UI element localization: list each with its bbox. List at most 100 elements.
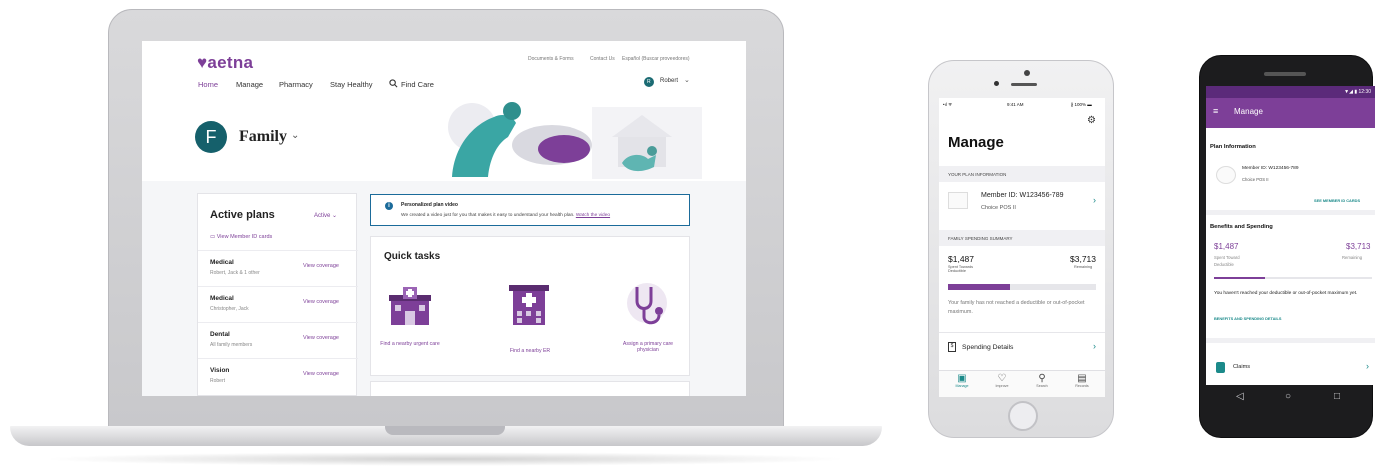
member-id[interactable]: Member ID: W123456-789 — [1242, 166, 1299, 171]
deductible-progress-bar — [948, 284, 1096, 290]
aetna-logo[interactable]: ♥aetna — [197, 53, 253, 73]
plans-filter-label: Active — [314, 213, 331, 219]
view-id-cards-link[interactable]: ▭ View Member ID cards — [210, 234, 272, 240]
back-icon[interactable]: ◁ — [1236, 391, 1244, 402]
remaining-label: Remaining — [1342, 255, 1363, 260]
tab-label: Records — [1075, 384, 1089, 388]
util-link-contact[interactable]: Contact Us — [590, 56, 615, 62]
quick-tasks-card: Quick tasks Find a nearby urgent care Fi… — [370, 236, 690, 376]
tab-label: Search — [1036, 384, 1048, 388]
iphone-home-button[interactable] — [1008, 401, 1038, 431]
battery-icon: ∦ 100% ▬ — [1071, 102, 1092, 107]
watch-video-link[interactable]: Watch the video — [576, 213, 610, 218]
claims-row[interactable]: Claims — [1233, 364, 1250, 370]
stethoscope-icon[interactable] — [625, 281, 669, 329]
util-link-documents[interactable]: Documents & Forms — [528, 56, 574, 62]
view-coverage-link[interactable]: View coverage — [303, 299, 339, 305]
hero-banner — [142, 101, 746, 179]
plan-row: Medical Christopher, Jack View coverage — [198, 286, 358, 322]
menu-icon[interactable]: ≡ — [1213, 106, 1218, 116]
nav-home[interactable]: Home — [198, 80, 218, 89]
quick-tasks-title: Quick tasks — [384, 251, 441, 262]
laptop-shadow — [40, 452, 850, 466]
spending-details-link[interactable]: BENEFITS AND SPENDING DETAILS — [1214, 316, 1281, 321]
recents-icon[interactable]: □ — [1334, 391, 1340, 402]
task-nearby-er[interactable]: Find a nearby ER — [495, 348, 565, 354]
deductible-progress-bar — [1214, 277, 1372, 279]
plan-name: Medical — [210, 259, 234, 266]
util-link-espanol[interactable]: Español (Buscar proveedores) — [622, 56, 690, 62]
video-title: Personalized plan video — [401, 202, 458, 208]
laptop-hinge-notch — [385, 426, 505, 435]
tab-records[interactable]: ▤ Records — [1067, 373, 1097, 388]
divider — [1206, 210, 1375, 215]
signal-icon: •ıl ᯤ — [943, 102, 953, 107]
user-name[interactable]: Robert — [660, 78, 678, 84]
iphone-speaker — [1011, 83, 1037, 86]
remaining-label: Remaining — [1074, 265, 1093, 269]
plan-row: Vision Robert View coverage — [198, 358, 358, 394]
tab-label: Manage — [955, 384, 969, 388]
plan-row: Dental All family members View coverage — [198, 322, 358, 358]
remaining-amount: $3,713 — [1346, 242, 1371, 251]
tab-search[interactable]: ⚲ Search — [1027, 373, 1057, 388]
family-avatar[interactable]: F — [195, 121, 227, 153]
tab-improve[interactable]: ♡ Improve — [987, 373, 1017, 388]
iphone-camera — [1024, 70, 1030, 76]
app-bar — [1206, 98, 1375, 128]
id-card-thumbnail — [948, 192, 968, 209]
nav-find-care[interactable]: Find Care — [401, 80, 434, 89]
plans-filter-dropdown[interactable]: Active ⌄ — [314, 212, 337, 219]
heart-icon: ♡ — [997, 373, 1007, 384]
records-icon: ▤ — [1077, 373, 1087, 384]
task-assign-pcp[interactable]: Assign a primary care physician — [613, 341, 683, 353]
nav-manage[interactable]: Manage — [236, 80, 263, 89]
deductible-note: Your family has not reached a deductible… — [948, 300, 1085, 315]
device-mockup-stage: ♥aetna Documents & Forms Contact Us Espa… — [0, 0, 1375, 476]
deductible-progress-fill — [948, 284, 1011, 290]
nav-stay-healthy[interactable]: Stay Healthy — [330, 80, 373, 89]
search-icon[interactable] — [389, 79, 398, 88]
er-hospital-icon[interactable] — [509, 281, 549, 327]
member-id[interactable]: Member ID: W123456-789 — [981, 192, 1063, 199]
iphone-sensor — [994, 81, 999, 86]
search-icon: ⚲ — [1038, 373, 1046, 384]
video-text: We created a video just for you that mak… — [401, 213, 610, 218]
plan-members: Robert, Jack & 1 other — [210, 270, 260, 276]
view-id-cards-label: View Member ID cards — [216, 234, 273, 240]
android-screen: ▼◢ ▮ 12:30 ≡ Manage Plan Information Mem… — [1206, 86, 1375, 385]
plan-members: Robert — [210, 378, 226, 384]
tab-manage[interactable]: ▣ Manage — [947, 373, 977, 388]
android-nav-bar: ◁ ○ □ — [1206, 391, 1375, 415]
chevron-right-icon[interactable]: › — [1366, 361, 1369, 371]
gear-icon[interactable]: ⚙ — [1087, 115, 1096, 126]
plan-name: Choice POS II — [1242, 177, 1269, 182]
profile-name[interactable]: Family — [239, 128, 287, 146]
view-coverage-link[interactable]: View coverage — [303, 371, 339, 377]
plan-video-banner: i Personalized plan video We created a v… — [370, 194, 690, 226]
chevron-down-icon[interactable]: ⌄ — [684, 76, 690, 84]
spending-details-row[interactable]: Spending Details — [962, 344, 1013, 351]
section-header: YOUR PLAN INFORMATION — [939, 166, 1105, 182]
plan-name: Vision — [210, 367, 230, 374]
plan-name: Choice POS II — [981, 205, 1016, 211]
task-urgent-care[interactable]: Find a nearby urgent care — [375, 341, 445, 347]
next-card — [370, 381, 690, 396]
nav-pharmacy[interactable]: Pharmacy — [279, 80, 313, 89]
laptop-screen: ♥aetna Documents & Forms Contact Us Espa… — [142, 41, 746, 396]
spent-label: Spent Towards Deductible — [948, 265, 974, 273]
id-card-thumbnail — [1216, 166, 1236, 184]
android-speaker — [1264, 72, 1306, 76]
see-id-cards-link[interactable]: SEE MEMBER ID CARDS — [1314, 198, 1360, 203]
user-initial: R — [647, 79, 651, 85]
chevron-right-icon[interactable]: › — [1093, 341, 1096, 351]
urgent-care-icon[interactable] — [387, 285, 433, 327]
active-plans-title: Active plans — [210, 209, 275, 221]
view-coverage-link[interactable]: View coverage — [303, 263, 339, 269]
spent-amount: $1,487 — [948, 254, 974, 264]
view-coverage-link[interactable]: View coverage — [303, 335, 339, 341]
home-icon[interactable]: ○ — [1285, 391, 1291, 402]
chevron-right-icon[interactable]: › — [1093, 195, 1096, 205]
benefits-heading: Benefits and Spending — [1210, 224, 1273, 230]
chevron-down-icon[interactable]: ⌄ — [291, 130, 299, 141]
